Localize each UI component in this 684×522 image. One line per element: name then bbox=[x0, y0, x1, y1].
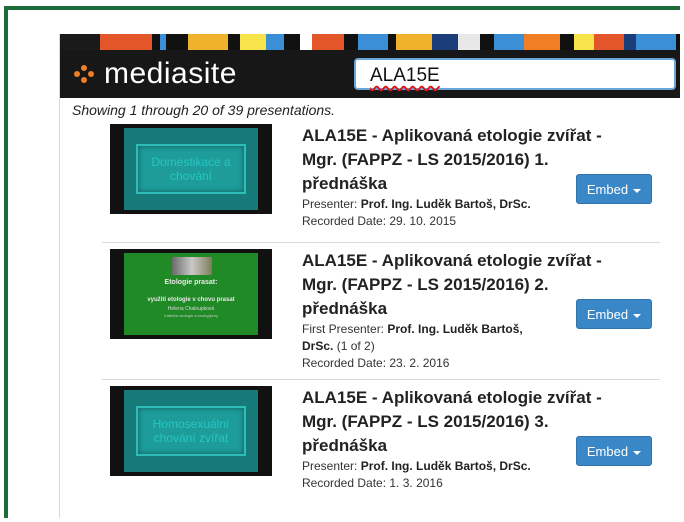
logo-text: mediasite bbox=[104, 57, 237, 90]
caret-down-icon bbox=[633, 188, 642, 193]
presentation-meta: Presenter: Prof. Ing. Luděk Bartoš, DrSc… bbox=[302, 458, 552, 492]
presenter-label: Presenter: bbox=[302, 197, 358, 211]
results-list: Domestikace a chování ALA15E - Aplikovan… bbox=[102, 124, 660, 498]
list-item: Homosexuální chování zvířat ALA15E - Apl… bbox=[102, 380, 660, 498]
browser-frame: mediasite ALA15E Showing 1 through 20 of… bbox=[4, 6, 680, 518]
presenter-label: First Presenter: bbox=[302, 322, 385, 336]
embed-button[interactable]: Embed bbox=[576, 174, 652, 204]
site-header: mediasite ALA15E bbox=[60, 50, 680, 98]
logo-dots-icon bbox=[72, 63, 100, 85]
presenter-label: Presenter: bbox=[302, 459, 358, 473]
embed-button[interactable]: Embed bbox=[576, 299, 652, 329]
recorded-date: Recorded Date: 1. 3. 2016 bbox=[302, 476, 443, 490]
thumbnail-title: Domestikace a chování bbox=[136, 144, 246, 194]
thumbnail-title: Homosexuální chování zvířat bbox=[136, 406, 246, 456]
color-stripe bbox=[60, 34, 680, 50]
list-item: Etologie prasat: využití etologie v chov… bbox=[102, 243, 660, 380]
mediasite-page: mediasite ALA15E Showing 1 through 20 of… bbox=[60, 34, 680, 518]
presenter-name: Prof. Ing. Luděk Bartoš, DrSc. bbox=[360, 197, 531, 211]
presenter-name: Prof. Ing. Luděk Bartoš, DrSc. bbox=[360, 459, 531, 473]
mediasite-logo[interactable]: mediasite bbox=[72, 59, 237, 89]
recorded-date: Recorded Date: 29. 10. 2015 bbox=[302, 214, 457, 228]
search-query: ALA15E bbox=[370, 65, 440, 86]
caret-down-icon bbox=[633, 450, 642, 455]
recorded-date: Recorded Date: 23. 2. 2016 bbox=[302, 356, 450, 370]
list-item: Domestikace a chování ALA15E - Aplikovan… bbox=[102, 124, 660, 243]
results-count: Showing 1 through 20 of 39 presentations… bbox=[72, 102, 336, 118]
thumbnail-photo bbox=[172, 257, 212, 275]
presenter-count: (1 of 2) bbox=[336, 339, 375, 353]
thumbnail[interactable]: Domestikace a chování bbox=[110, 124, 272, 214]
caret-down-icon bbox=[633, 313, 642, 318]
presentation-meta: First Presenter: Prof. Ing. Luděk Bartoš… bbox=[302, 321, 552, 372]
presentation-meta: Presenter: Prof. Ing. Luděk Bartoš, DrSc… bbox=[302, 196, 552, 230]
search-input[interactable]: ALA15E bbox=[354, 58, 676, 90]
thumbnail[interactable]: Homosexuální chování zvířat bbox=[110, 386, 272, 476]
embed-button[interactable]: Embed bbox=[576, 436, 652, 466]
thumbnail[interactable]: Etologie prasat: využití etologie v chov… bbox=[110, 249, 272, 339]
